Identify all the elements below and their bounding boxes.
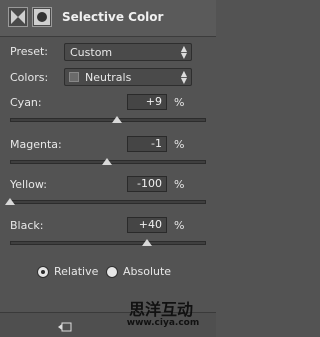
slider-thumb[interactable] (102, 158, 113, 165)
slider-label: Yellow: (10, 178, 47, 191)
percent-label: % (174, 138, 185, 151)
select-arrows-icon: ▲ ▼ (180, 44, 187, 60)
slider-value-field[interactable]: -1 (127, 136, 167, 152)
slider-value-field[interactable]: -100 (127, 176, 167, 192)
percent-label: % (174, 96, 185, 109)
panel-title: Selective Color (62, 10, 164, 24)
colors-value: Neutrals (85, 71, 132, 84)
slider-thumb[interactable] (111, 116, 122, 123)
slider-label: Black: (10, 219, 44, 232)
percent-label: % (174, 219, 185, 232)
relative-radio[interactable] (37, 266, 49, 278)
preset-select[interactable]: Custom ▲ ▼ (64, 43, 192, 61)
preset-label: Preset: (10, 45, 49, 58)
slider-value-field[interactable]: +9 (127, 94, 167, 110)
slider-label: Cyan: (10, 96, 42, 109)
adjustment-layer-icon[interactable] (8, 7, 28, 27)
preset-value: Custom (70, 46, 113, 59)
absolute-radio[interactable] (106, 266, 118, 278)
slider-thumb[interactable] (5, 198, 15, 205)
slider-label: Magenta: (10, 138, 62, 151)
mask-icon[interactable] (32, 7, 52, 27)
absolute-label: Absolute (123, 265, 172, 278)
slider-thumb[interactable] (142, 239, 153, 246)
colors-select[interactable]: Neutrals ▲ ▼ (64, 68, 192, 86)
slider-track[interactable] (10, 118, 206, 122)
percent-label: % (174, 178, 185, 191)
watermark-url: www.ciya.com (126, 318, 200, 328)
slider-track[interactable] (10, 241, 206, 245)
select-arrows-icon: ▲ ▼ (180, 69, 187, 85)
panel-header: Selective Color (0, 0, 216, 37)
slider-track[interactable] (10, 200, 206, 204)
radio-selected-dot (41, 270, 45, 274)
colors-label: Colors: (10, 71, 49, 84)
watermark-logo: 思洋互动 (128, 300, 193, 319)
relative-label: Relative (54, 265, 99, 278)
color-swatch-icon (69, 72, 79, 82)
slider-value-field[interactable]: +40 (127, 217, 167, 233)
clip-to-layer-icon[interactable] (58, 318, 72, 337)
